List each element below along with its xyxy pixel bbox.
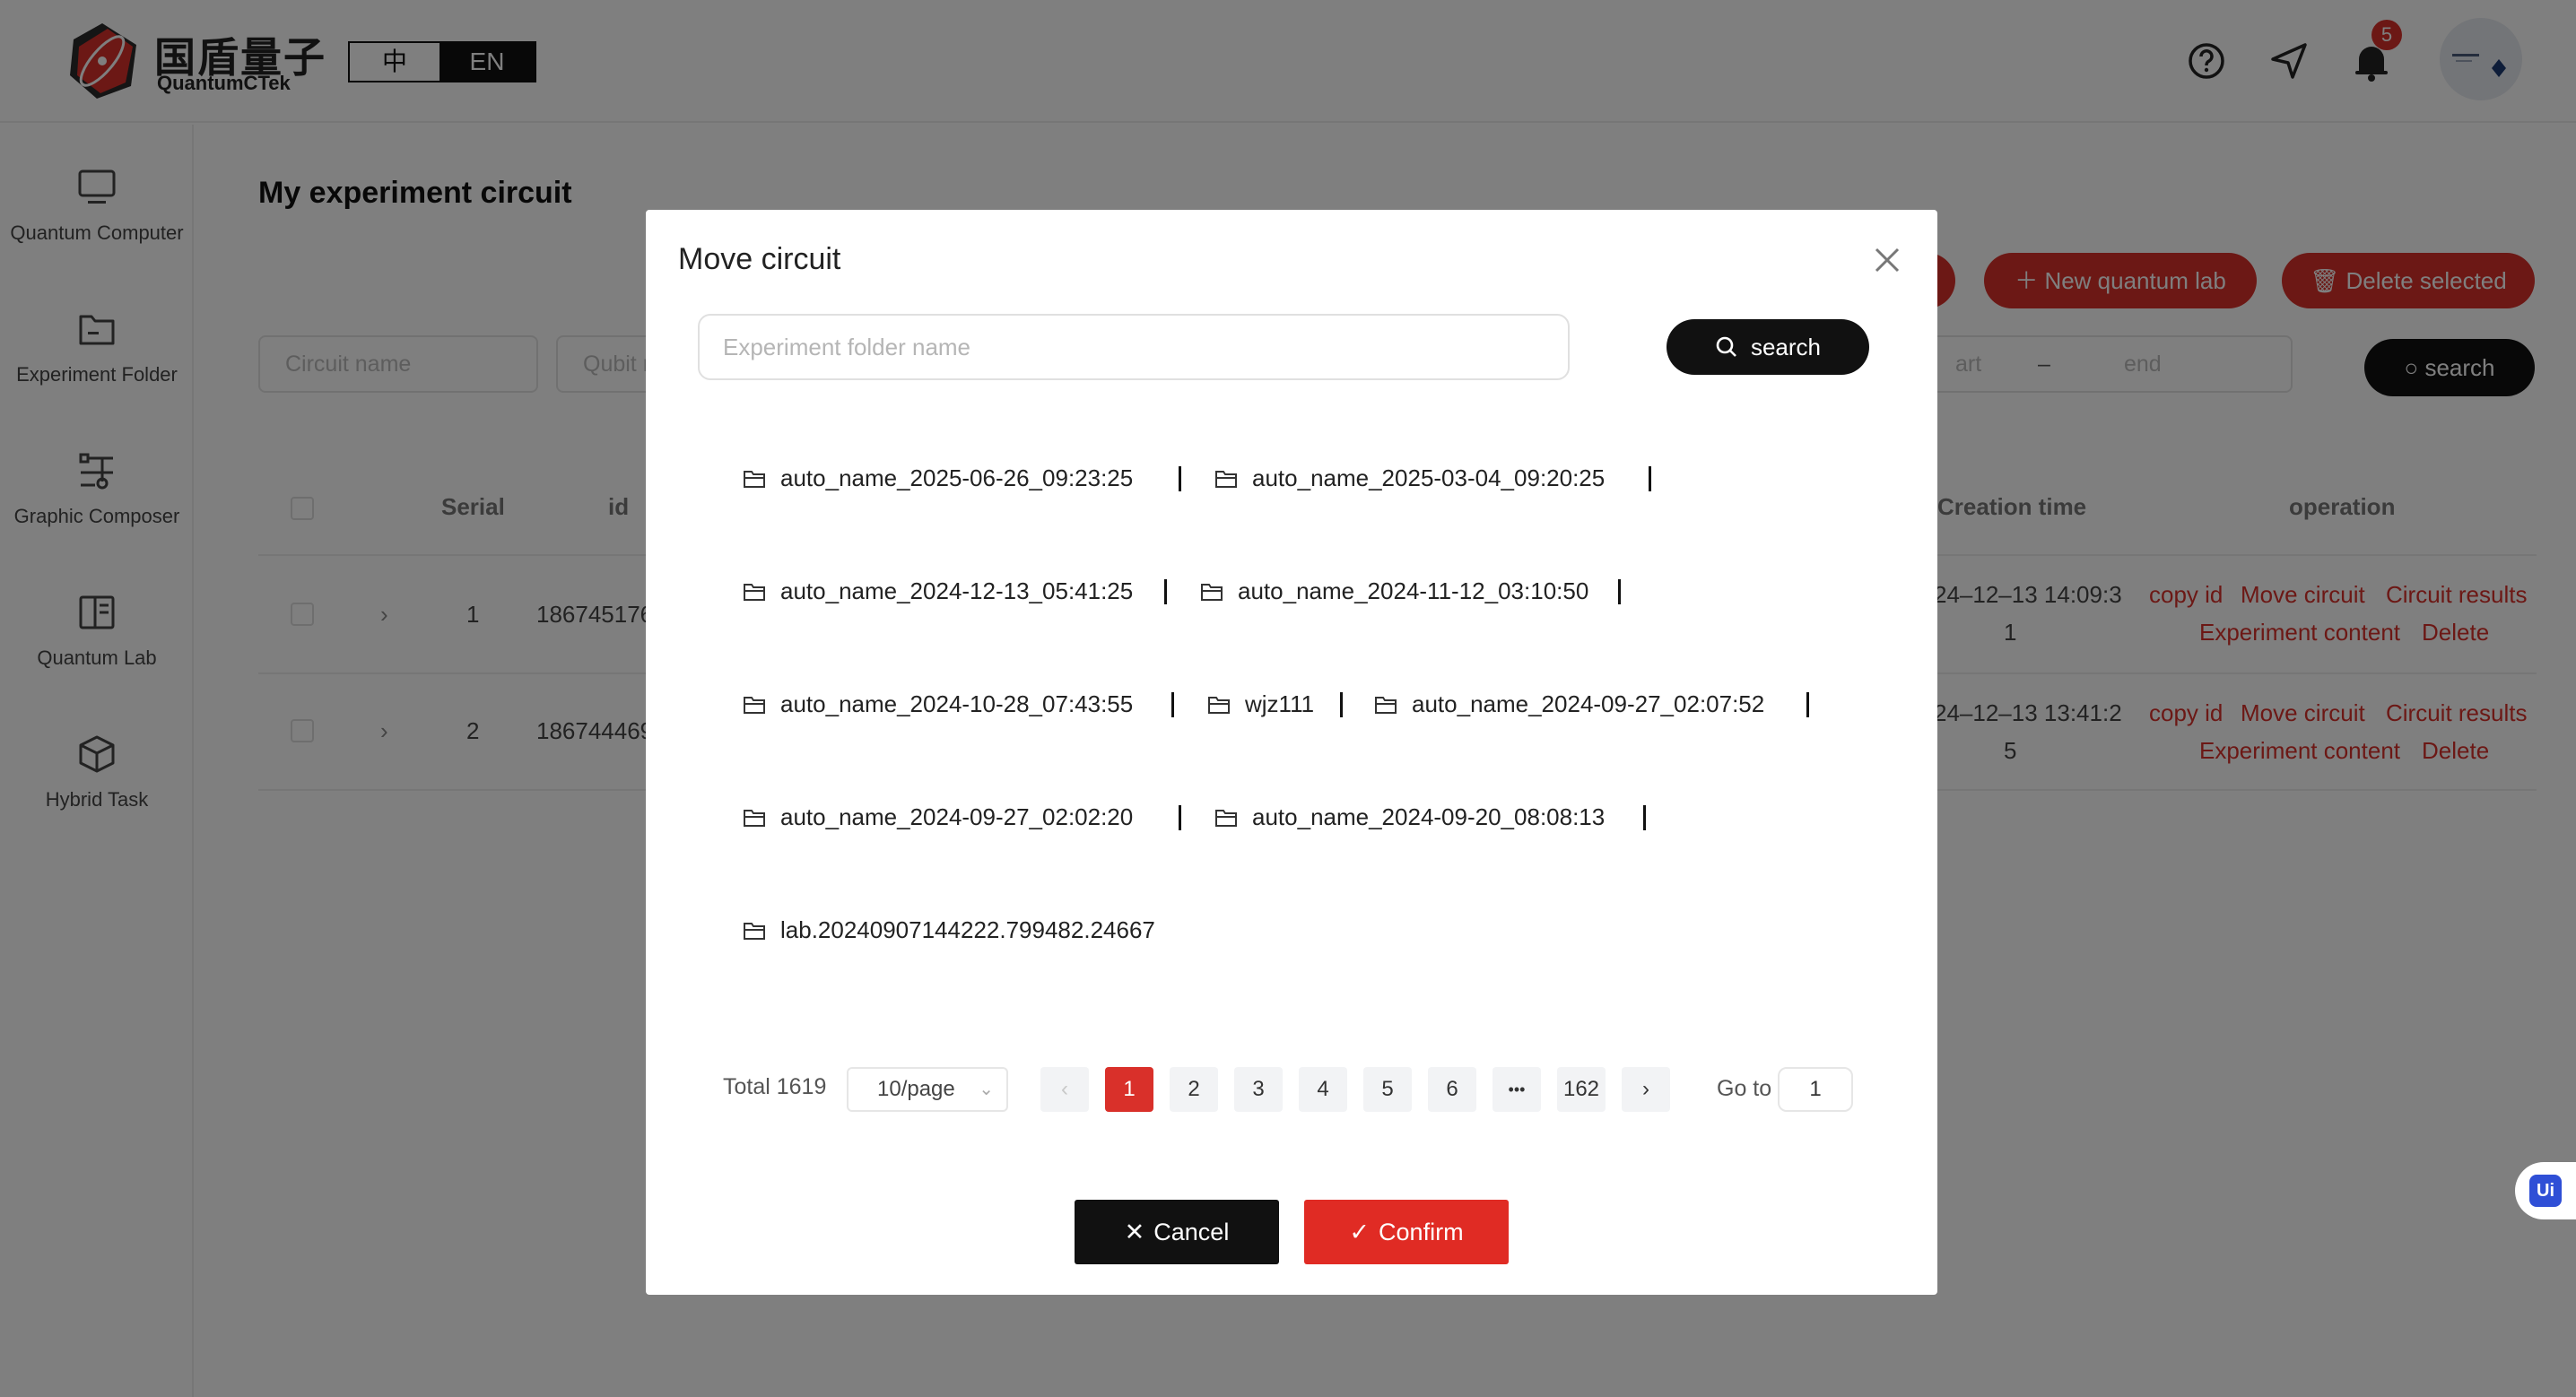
page-button-6[interactable]: 6	[1428, 1067, 1476, 1112]
page-button-1[interactable]: 1	[1105, 1067, 1153, 1112]
folder-item[interactable]: auto_name_2025-06-26_09:23:25	[743, 464, 1133, 492]
folder-icon	[1375, 696, 1397, 714]
dialog-title: Move circuit	[678, 242, 841, 276]
folder-item[interactable]: auto_name_2025-03-04_09:20:25	[1214, 464, 1605, 492]
folder-icon	[1215, 470, 1237, 488]
page-button-5[interactable]: 5	[1363, 1067, 1412, 1112]
folder-item[interactable]: auto_name_2024-11-12_03:10:50	[1200, 577, 1588, 605]
goto-label: Go to	[1717, 1076, 1772, 1101]
page-size-select[interactable]: 10/page ⌄	[847, 1067, 1008, 1112]
page-button-3[interactable]: 3	[1234, 1067, 1283, 1112]
cancel-button[interactable]: ✕ Cancel	[1075, 1200, 1279, 1264]
folder-icon	[1215, 809, 1237, 827]
folder-icon	[744, 583, 765, 601]
chevron-down-icon: ⌄	[979, 1080, 994, 1099]
next-page-button[interactable]: ›	[1622, 1067, 1670, 1112]
confirm-button[interactable]: ✓ Confirm	[1304, 1200, 1509, 1264]
check-icon: ✓	[1349, 1218, 1371, 1245]
folder-icon	[1201, 583, 1223, 601]
separator	[1179, 466, 1181, 491]
page-button-last[interactable]: 162	[1557, 1067, 1606, 1112]
close-icon[interactable]	[1871, 244, 1903, 276]
move-circuit-dialog: Move circuit search auto_name_2025-06-26…	[646, 210, 1937, 1295]
goto-page-input[interactable]: 1	[1778, 1067, 1853, 1112]
separator	[1164, 579, 1167, 604]
page-button-2[interactable]: 2	[1170, 1067, 1218, 1112]
prev-page-button[interactable]: ‹	[1040, 1067, 1089, 1112]
search-icon	[1716, 336, 1736, 357]
separator	[1649, 466, 1651, 491]
separator	[1643, 805, 1646, 830]
folder-item[interactable]: auto_name_2024-12-13_05:41:25	[743, 577, 1133, 605]
page-button-4[interactable]: 4	[1299, 1067, 1347, 1112]
separator	[1179, 805, 1181, 830]
folder-search-input[interactable]	[698, 314, 1570, 380]
page-ellipsis-button[interactable]: •••	[1493, 1067, 1541, 1112]
folder-item[interactable]: wjz111	[1207, 690, 1314, 718]
folder-icon	[744, 470, 765, 488]
folder-icon	[744, 696, 765, 714]
folder-icon	[744, 922, 765, 940]
separator	[1618, 579, 1621, 604]
folder-item[interactable]: auto_name_2024-09-27_02:07:52	[1374, 690, 1764, 718]
folder-item[interactable]: auto_name_2024-09-27_02:02:20	[743, 803, 1133, 831]
ui-helper-float[interactable]: Ui	[2515, 1162, 2576, 1219]
separator	[1340, 692, 1343, 717]
folder-icon	[744, 809, 765, 827]
folder-item[interactable]: lab.20240907144222.799482.24667	[743, 916, 1155, 944]
close-icon: ✕	[1124, 1218, 1145, 1245]
folder-search-button[interactable]: search	[1667, 319, 1869, 375]
separator	[1171, 692, 1174, 717]
folder-item[interactable]: auto_name_2024-09-20_08:08:13	[1214, 803, 1605, 831]
folder-icon	[1208, 696, 1230, 714]
pagination-total: Total 1619	[723, 1074, 827, 1099]
separator	[1806, 692, 1809, 717]
ui-badge-icon: Ui	[2529, 1175, 2562, 1207]
folder-item[interactable]: auto_name_2024-10-28_07:43:55	[743, 690, 1133, 718]
